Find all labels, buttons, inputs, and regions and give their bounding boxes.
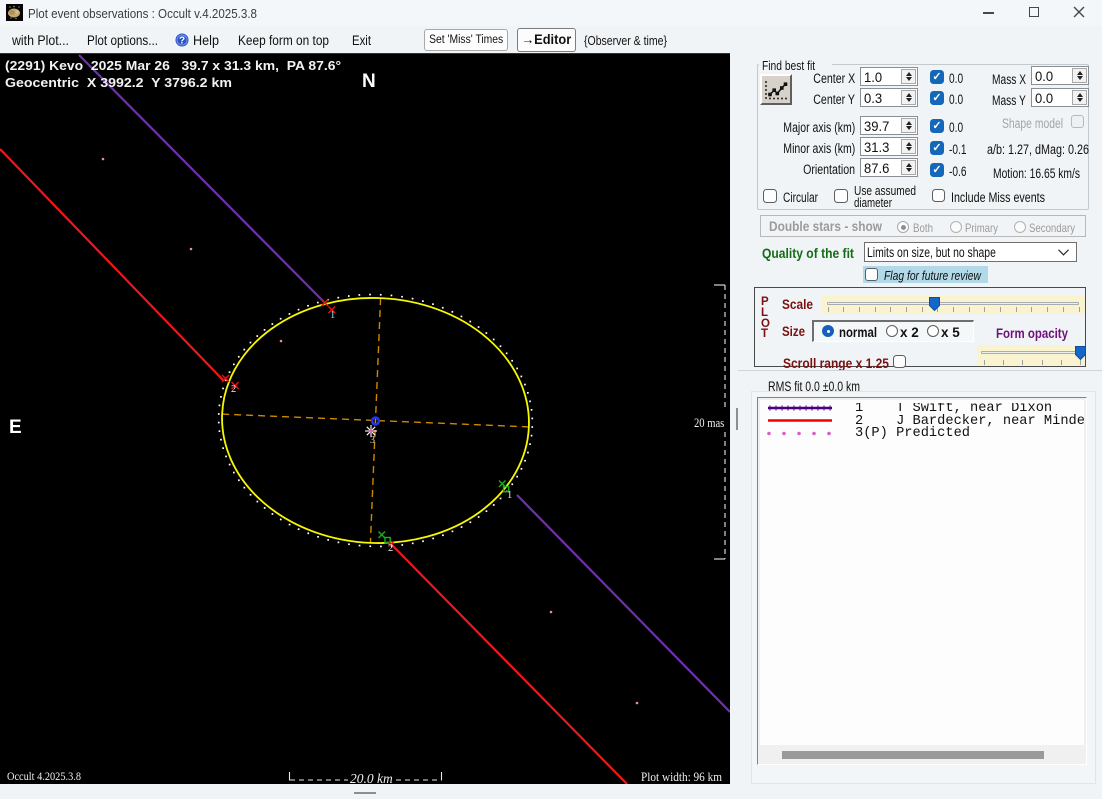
svg-text:1: 1 [330, 310, 335, 321]
svg-text:2: 2 [231, 384, 236, 395]
svg-text:2: 2 [388, 543, 393, 554]
svg-text:3: 3 [370, 435, 375, 446]
svg-text:1: 1 [507, 490, 512, 501]
svg-text:?: ? [179, 36, 185, 47]
